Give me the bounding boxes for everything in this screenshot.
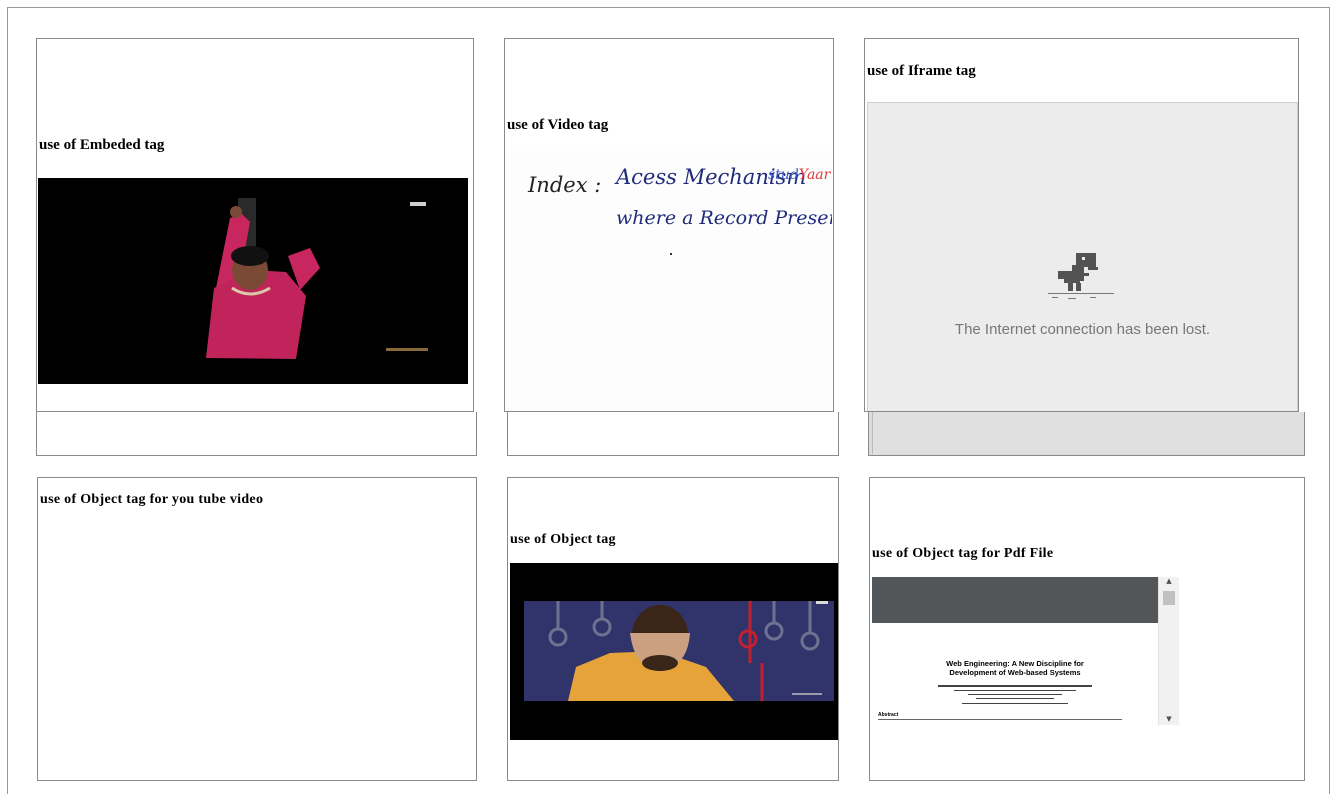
pdf-page: Web Engineering: A New Discipline for De… [872, 623, 1158, 725]
pdf-affiliation-line-3 [976, 698, 1054, 699]
iframe-cell: use of Iframe tag The Internet connectio… [864, 38, 1299, 412]
iframe-cell-lower [868, 412, 1305, 456]
video-cell: use of Video tag Index : Acess Mechanism… [504, 38, 834, 412]
board-dot [670, 253, 672, 255]
object-heading: use of Object tag [510, 532, 616, 547]
object-pdf-cell: use of Object tag for Pdf File Web Engin… [869, 477, 1305, 781]
offline-message: The Internet connection has been lost. [954, 321, 1211, 338]
pdf-abstract-label: Abstract [878, 712, 899, 718]
object-youtube-heading: use of Object tag for you tube video [40, 492, 264, 507]
embed-cell: use of Embeded tag [36, 38, 474, 412]
pdf-authors-line [938, 685, 1092, 687]
pdf-viewer[interactable]: Web Engineering: A New Discipline for De… [872, 577, 1158, 725]
scroll-thumb[interactable] [1163, 591, 1175, 605]
board-index-label: Index : [528, 173, 602, 197]
object-pdf-heading: use of Object tag for Pdf File [872, 546, 1054, 561]
iframe-heading: use of Iframe tag [867, 63, 976, 79]
embed-cell-lower [36, 412, 477, 456]
object-video-frame [510, 563, 838, 740]
iframe-frame[interactable]: The Internet connection has been lost. [867, 102, 1298, 411]
embed-video-player[interactable] [38, 178, 468, 384]
pdf-body-line [878, 719, 1122, 720]
pdf-scrollbar-track[interactable]: ▲ ▼ [1158, 577, 1179, 725]
object-youtube-cell: use of Object tag for you tube video [37, 477, 477, 781]
pdf-email-line [962, 703, 1068, 704]
object-cell: use of Object tag [507, 477, 839, 781]
embed-video-frame [38, 178, 468, 384]
embed-heading: use of Embeded tag [39, 137, 165, 153]
object-video-player[interactable] [510, 563, 838, 740]
pdf-affiliation-line-2 [968, 694, 1062, 695]
brand-logo: studYaar [768, 167, 830, 183]
video-cell-lower [507, 412, 839, 456]
brand-logo-part2: Yaar [798, 167, 831, 183]
board-line2-text: where a Record Present [616, 207, 832, 229]
scroll-down-icon[interactable]: ▼ [1159, 715, 1179, 723]
pdf-title: Web Engineering: A New Discipline for De… [946, 659, 1084, 677]
pdf-affiliation-line-1 [954, 690, 1076, 691]
video-heading: use of Video tag [507, 117, 609, 133]
scroll-up-icon[interactable]: ▲ [1159, 577, 1179, 585]
dino-icon [1048, 253, 1114, 299]
brand-logo-part1: stud [768, 167, 799, 183]
iframe-lower-inner [872, 412, 1304, 454]
video-player[interactable]: Index : Acess Mechanism where a Record P… [506, 151, 832, 411]
